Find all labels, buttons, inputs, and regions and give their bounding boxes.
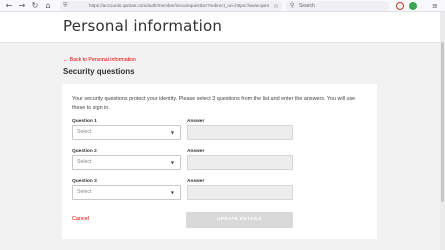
chevron-down-icon: ▼ — [170, 130, 174, 135]
question-2-select[interactable]: Select ▼ — [72, 155, 181, 170]
lock-icon: ⛨ — [63, 2, 68, 9]
scrollbar[interactable] — [440, 12, 445, 250]
hamburger-menu-icon[interactable]: ≡ — [432, 1, 438, 11]
address-bar[interactable]: ⛨ https://accounts.qantas.com/auth/membe… — [60, 1, 282, 11]
answer-1-label: Answer — [187, 119, 205, 124]
search-icon: ⚲ — [290, 2, 295, 9]
pocket-extension-icon[interactable] — [396, 2, 404, 10]
answer-2-input[interactable] — [187, 155, 293, 170]
cancel-link[interactable]: Cancel — [72, 216, 89, 222]
scrollbar-thumb[interactable] — [441, 42, 444, 202]
browser-search-box[interactable]: ⚲ Search — [286, 1, 389, 11]
answer-1-input[interactable] — [187, 125, 293, 140]
question-2-label: Question 2 — [72, 149, 97, 154]
answer-3-input[interactable] — [187, 185, 293, 200]
back-link[interactable]: ← Back to Personal information — [63, 57, 136, 63]
search-placeholder: Search — [299, 3, 315, 9]
page-header: Personal information — [0, 12, 440, 43]
question-3-select[interactable]: Select ▼ — [72, 185, 181, 200]
question-3-select-value: Select — [77, 189, 92, 195]
question-1-label: Question 1 — [72, 119, 97, 124]
update-details-button[interactable]: UPDATE DETAILS — [186, 212, 293, 228]
intro-text: Your security questions protect your ide… — [72, 96, 356, 111]
forward-arrow-icon[interactable]: → — [17, 1, 27, 11]
bookmark-star-icon[interactable]: ☆ — [273, 1, 279, 11]
chevron-down-icon: ▼ — [170, 190, 174, 195]
question-3-label: Question 3 — [72, 179, 97, 184]
answer-3-label: Answer — [187, 179, 205, 184]
page-title: Personal information — [63, 17, 223, 35]
question-1-select[interactable]: Select ▼ — [72, 125, 181, 140]
chevron-down-icon: ▼ — [170, 160, 174, 165]
url-text[interactable]: https://accounts.qantas.com/auth/member/… — [89, 1, 269, 11]
home-icon[interactable]: ⌂ — [43, 1, 53, 11]
reload-icon[interactable]: ↻ — [30, 1, 40, 11]
section-title: Security questions — [63, 67, 135, 76]
answer-2-label: Answer — [187, 149, 205, 154]
back-arrow-icon[interactable]: ← — [4, 1, 14, 11]
extension-icon[interactable] — [409, 2, 417, 10]
question-2-select-value: Select — [77, 159, 92, 165]
browser-toolbar: ← → ↻ ⌂ ⛨ https://accounts.qantas.com/au… — [0, 0, 445, 12]
security-questions-card: Your security questions protect your ide… — [62, 84, 377, 239]
question-1-select-value: Select — [77, 129, 92, 135]
